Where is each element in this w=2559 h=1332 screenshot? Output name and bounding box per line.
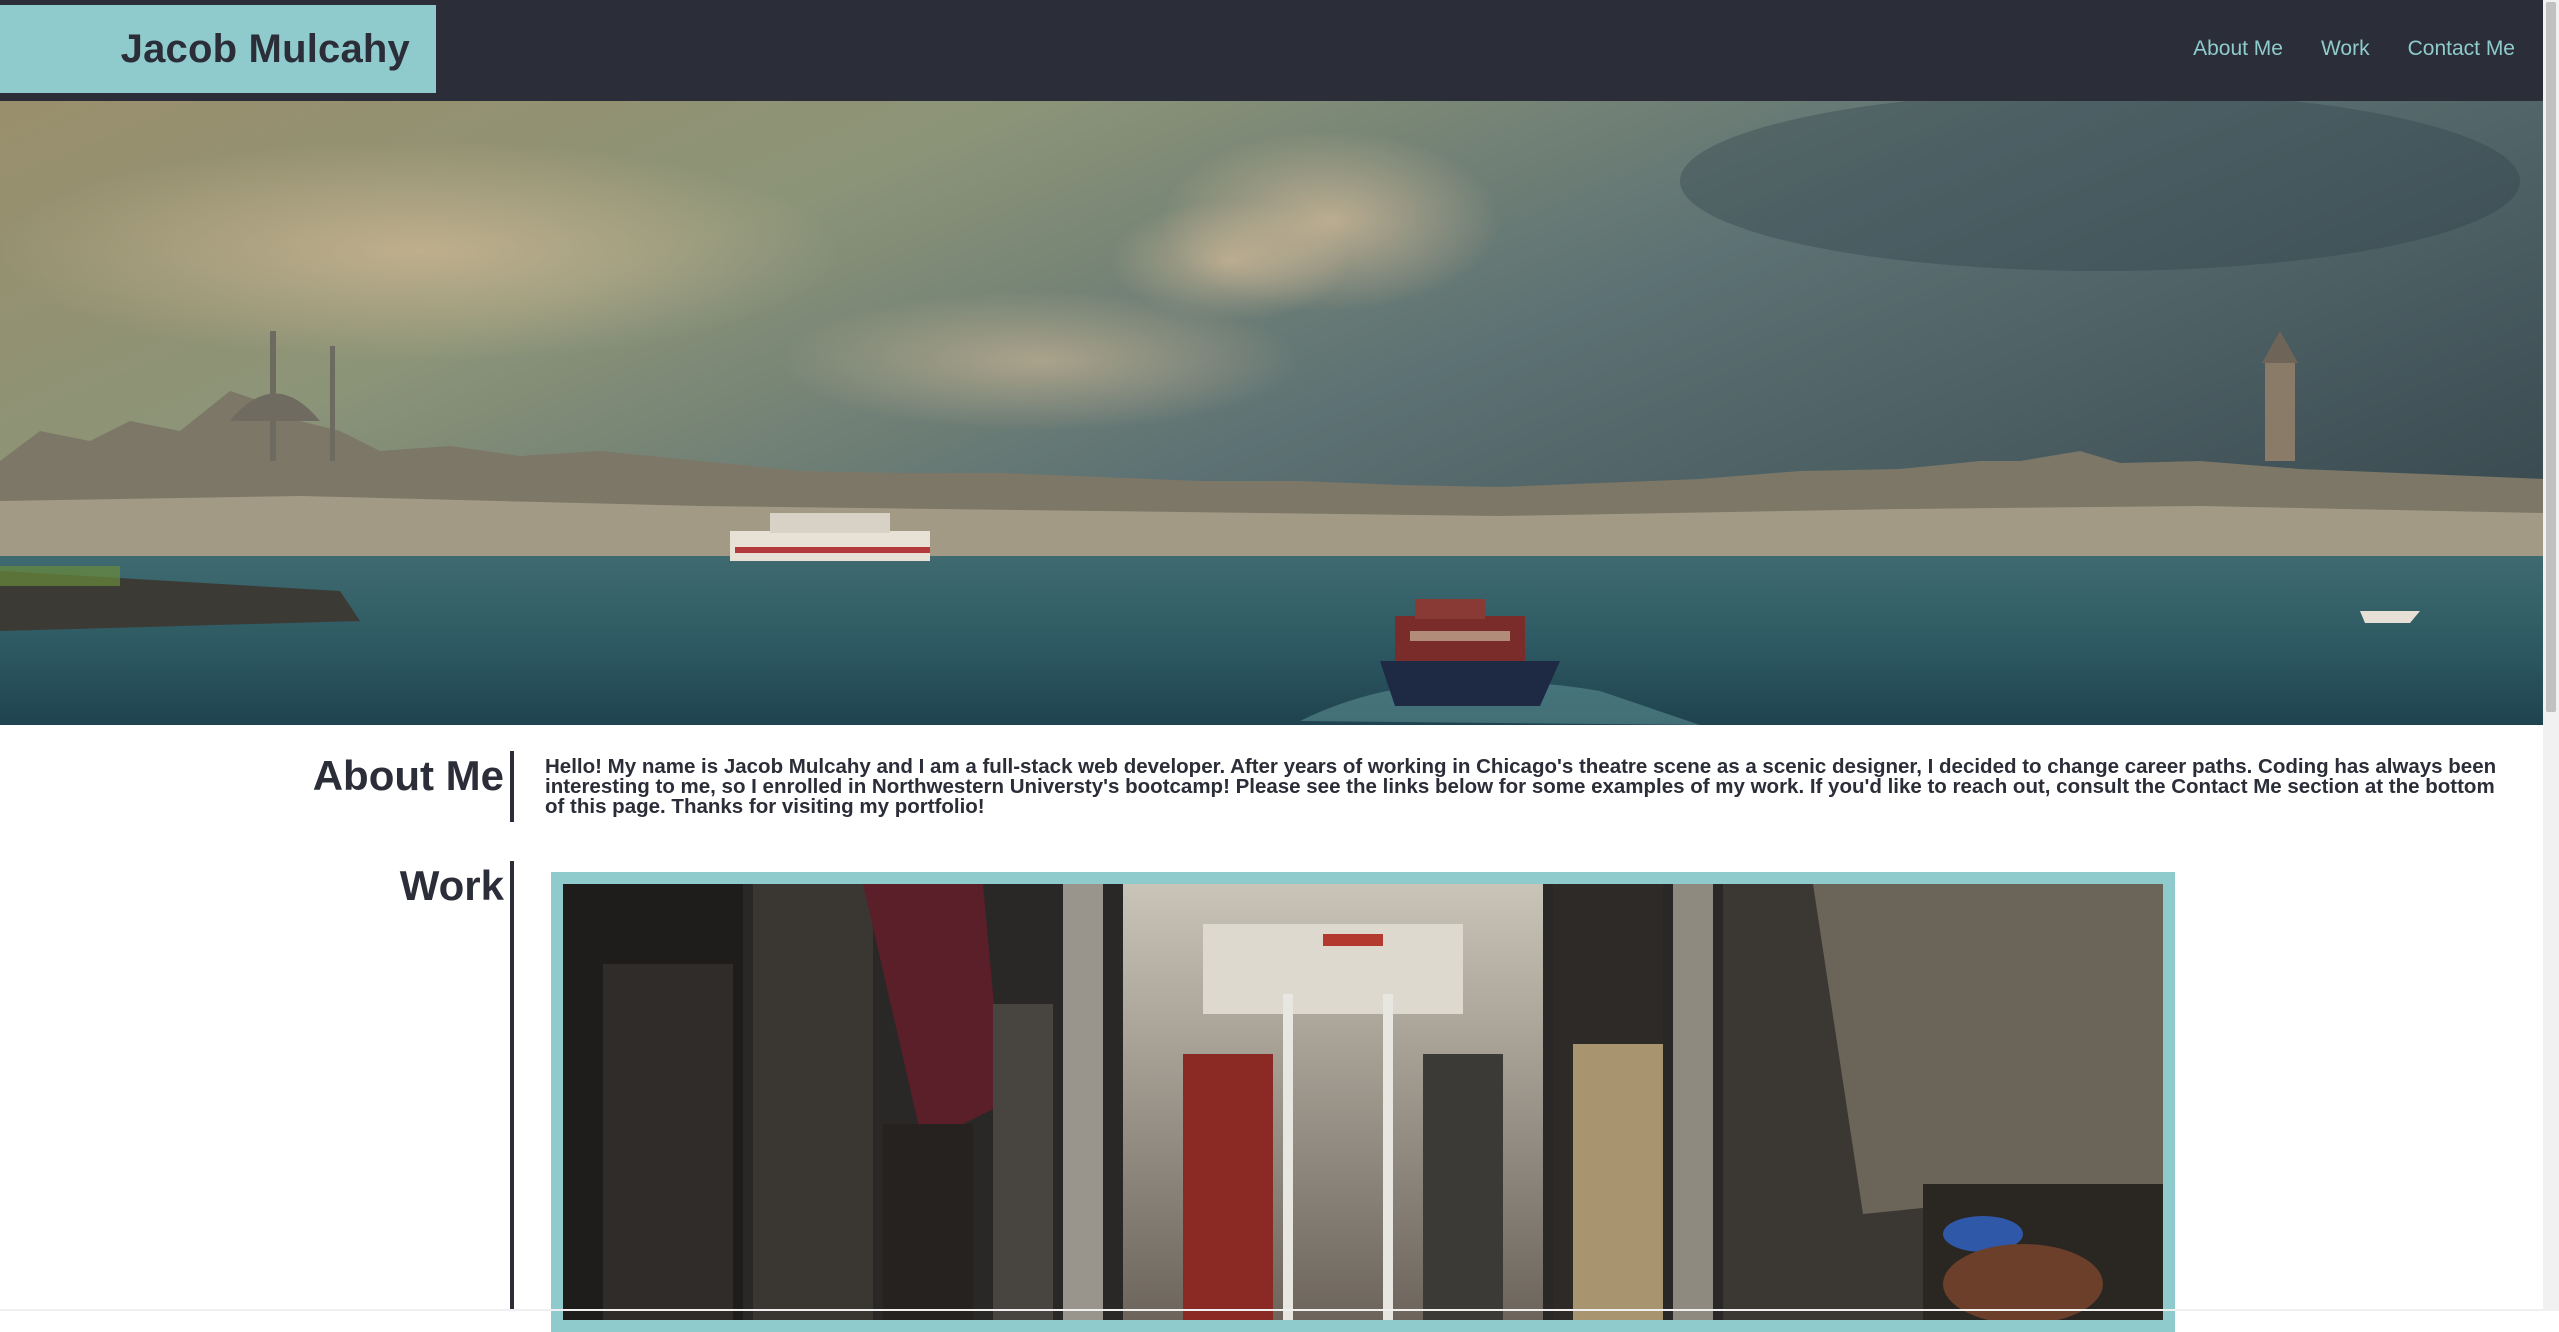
- page-scrollbar[interactable]: [2543, 0, 2559, 1311]
- train-interior-scene: [563, 884, 2163, 1320]
- about-me-text: Hello! My name is Jacob Mulcahy and I am…: [545, 755, 2497, 818]
- work-divider: [510, 861, 514, 1311]
- about-divider: [510, 751, 514, 822]
- hero-scene: [0, 101, 2543, 725]
- scrollbar-thumb[interactable]: [2546, 2, 2556, 712]
- brand-name[interactable]: Jacob Mulcahy: [121, 27, 410, 72]
- nav-link-work[interactable]: Work: [2321, 37, 2370, 61]
- brand-block[interactable]: Jacob Mulcahy: [0, 5, 436, 93]
- main-nav: About Me Work Contact Me: [2155, 0, 2515, 97]
- site-header: Jacob Mulcahy About Me Work Contact Me: [0, 0, 2543, 101]
- about-me-heading: About Me: [312, 752, 504, 799]
- work-project-image[interactable]: [563, 884, 2163, 1320]
- hero-image: [0, 101, 2543, 725]
- nav-link-contact-me[interactable]: Contact Me: [2408, 37, 2515, 61]
- work-heading: Work: [399, 862, 504, 909]
- nav-link-about-me[interactable]: About Me: [2193, 37, 2283, 61]
- work-project-card[interactable]: [551, 872, 2175, 1332]
